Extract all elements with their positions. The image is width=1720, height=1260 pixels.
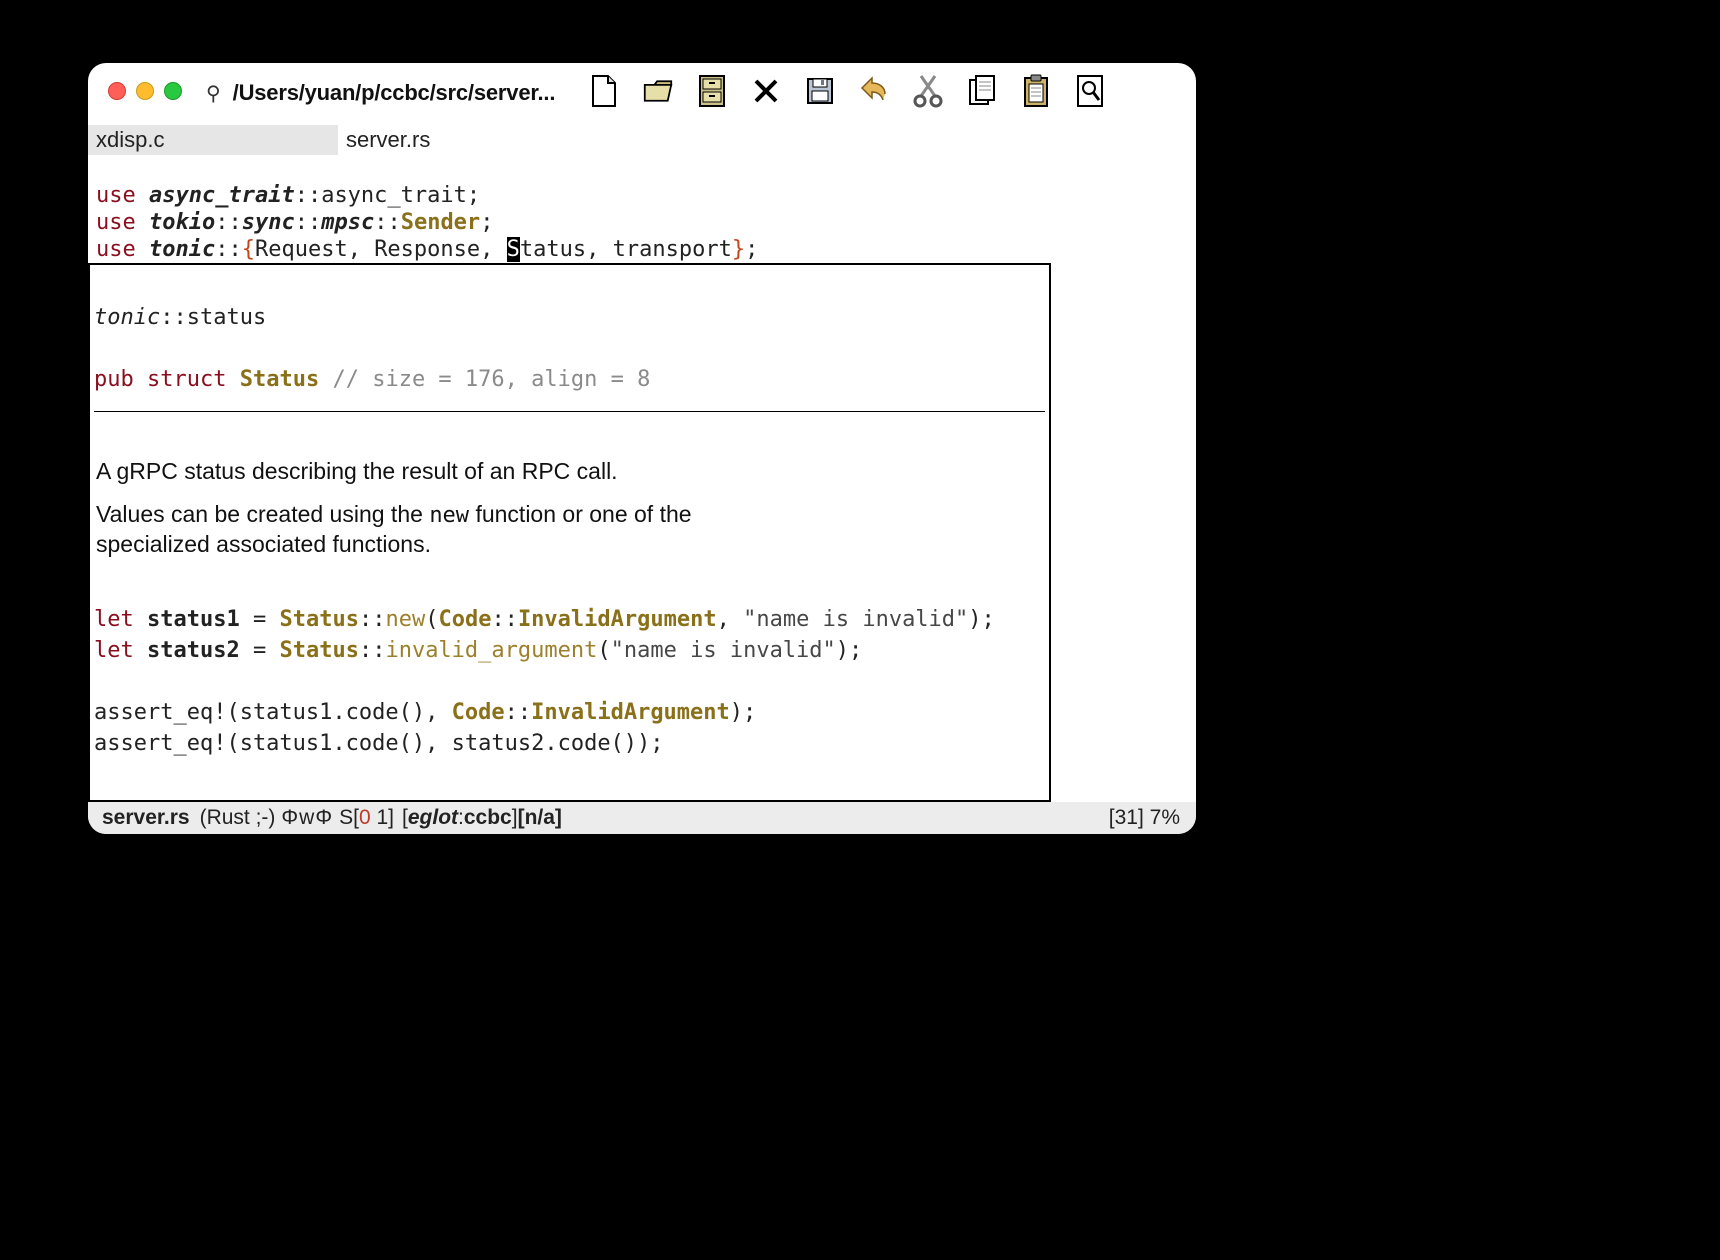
modeline-filename: server.rs — [102, 806, 190, 830]
text-cursor: S — [507, 237, 520, 262]
popup-example: let status1 = Status::new(Code::InvalidA… — [94, 604, 1045, 759]
copy-icon[interactable] — [967, 74, 997, 108]
popup-doc: A gRPC status describing the result of a… — [94, 457, 766, 559]
directory-icon[interactable] — [697, 74, 727, 108]
modeline[interactable]: server.rs (Rust ;-) ΦwΦ S[0 1] [eglot:cc… — [88, 802, 1196, 834]
modeline-indicator: ΦwΦ — [281, 806, 333, 830]
modeline-major-mode: (Rust ;-) — [200, 806, 276, 830]
lsp-hover-popup: tonic::status pub struct Status // size … — [88, 263, 1051, 802]
traffic-lights — [108, 82, 182, 100]
undo-icon[interactable] — [859, 74, 889, 108]
window-title: /Users/yuan/p/ccbc/src/server... — [233, 80, 556, 106]
cut-icon[interactable] — [913, 74, 943, 108]
close-window-button[interactable] — [108, 82, 126, 100]
search-icon[interactable] — [1075, 74, 1105, 108]
tab-bar: xdisp.c server.rs — [88, 125, 1196, 155]
zoom-window-button[interactable] — [164, 82, 182, 100]
code-line: use tonic::{Request, Response, Status, t… — [96, 237, 758, 262]
open-folder-icon[interactable] — [643, 74, 673, 108]
paste-icon[interactable] — [1021, 74, 1051, 108]
code-line: use tokio::sync::mpsc::Sender; — [96, 210, 493, 235]
editor-window: ⚲ /Users/yuan/p/ccbc/src/server... — [88, 63, 1196, 834]
new-file-icon[interactable] — [589, 74, 619, 108]
modeline-eglot: [eglot:ccbc] — [402, 806, 518, 830]
tab-xdisp[interactable]: xdisp.c — [88, 125, 338, 155]
modeline-flycheck: S[0 1] — [339, 806, 394, 830]
tab-server-rs[interactable]: server.rs — [338, 125, 448, 155]
vc-indicator-icon: ⚲ — [206, 81, 221, 106]
modeline-position: [31] 7% — [1109, 806, 1180, 830]
popup-signature: tonic::status pub struct Status // size … — [94, 302, 1045, 405]
toolbar — [589, 74, 1105, 108]
kill-buffer-icon[interactable] — [751, 74, 781, 108]
minimize-window-button[interactable] — [136, 82, 154, 100]
code-line: use async_trait::async_trait; — [96, 183, 480, 208]
code-editor[interactable]: use async_trait::async_trait; use tokio:… — [88, 155, 1196, 802]
titlebar: ⚲ /Users/yuan/p/ccbc/src/server... — [88, 63, 1196, 125]
save-icon[interactable] — [805, 74, 835, 108]
popup-divider — [94, 411, 1045, 412]
modeline-na: [n/a] — [518, 806, 562, 830]
